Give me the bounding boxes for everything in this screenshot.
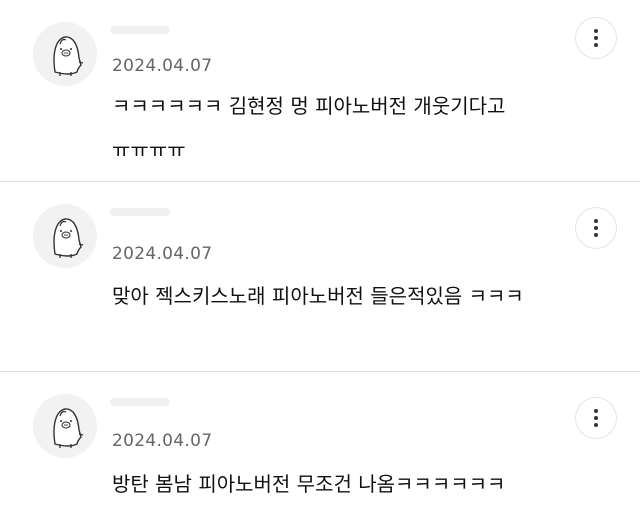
pig-character-icon [53,36,84,76]
pig-character-icon [53,218,84,258]
comment-text: ㅋㅋㅋㅋㅋㅋ 김현정 멍 피아노버전 개웃기다고 ㅠㅠㅠㅠ [112,94,506,162]
comment-item: 2024.04.07 ㅋㅋㅋㅋㅋㅋ 김현정 멍 피아노버전 개웃기다고 ㅠㅠㅠㅠ [0,0,640,182]
comment-list: 2024.04.07 ㅋㅋㅋㅋㅋㅋ 김현정 멍 피아노버전 개웃기다고 ㅠㅠㅠㅠ… [0,0,640,516]
comment-date: 2024.04.07 [112,244,213,264]
avatar[interactable] [33,394,97,458]
comment-text: 맞아 젝스키스노래 피아노버전 들은적있음 ㅋㅋㅋ [112,284,524,308]
comment-date: 2024.04.07 [112,431,213,451]
author-name-blurred [110,26,170,34]
avatar[interactable] [33,22,97,86]
comment-item: 2024.04.07 맞아 젝스키스노래 피아노버전 들은적있음 ㅋㅋㅋ [0,182,640,372]
avatar[interactable] [33,204,97,268]
more-vertical-icon [594,28,598,49]
comment-date: 2024.04.07 [112,56,213,76]
more-vertical-icon [594,408,598,429]
more-options-button[interactable] [576,398,616,438]
author-name-blurred [110,208,170,216]
more-options-button[interactable] [576,18,616,58]
pig-character-icon [53,408,84,448]
comment-text: 방탄 봄남 피아노버전 무조건 나옴ㅋㅋㅋㅋㅋㅋ [112,472,506,496]
comment-item: 2024.04.07 방탄 봄남 피아노버전 무조건 나옴ㅋㅋㅋㅋㅋㅋ [0,372,640,516]
more-options-button[interactable] [576,208,616,248]
author-name-blurred [110,398,170,406]
more-vertical-icon [594,218,598,239]
